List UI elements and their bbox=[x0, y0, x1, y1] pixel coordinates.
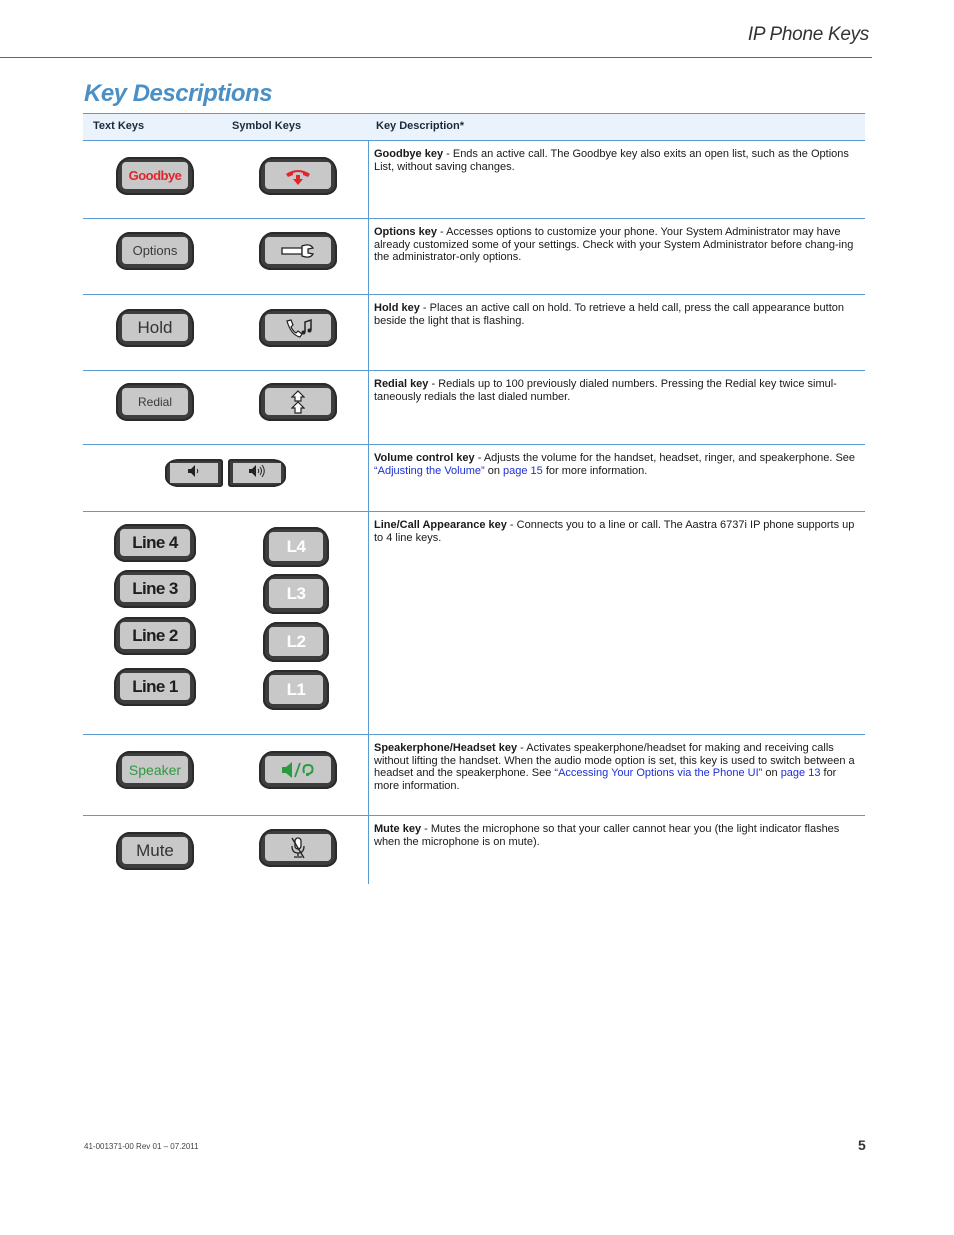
table-row-options: Options Options key - Accesses options t… bbox=[83, 219, 865, 295]
key-name: Goodbye key bbox=[374, 148, 444, 160]
mute-description: Mute key - Mutes the microphone so that … bbox=[374, 823, 840, 848]
line-1-text-key: Line 1 bbox=[114, 668, 196, 706]
line-2-text-key: Line 2 bbox=[114, 617, 196, 655]
table-row-mute: Mute Mute key - Mutes the microphone so … bbox=[83, 816, 865, 891]
line-keys-description: Line/Call Appearance key - Connects you … bbox=[374, 519, 855, 544]
muted-microphone-icon bbox=[288, 836, 308, 860]
adjusting-volume-link[interactable]: “Adjusting the Volume” bbox=[374, 465, 485, 477]
l1-symbol-key: L1 bbox=[263, 670, 329, 710]
speaker-description: Speakerphone/Headset key - Activates spe… bbox=[374, 742, 855, 792]
table-row-line-keys: Line 4 Line 3 Line 2 Line 1 L4 L3 L2 L1 … bbox=[83, 512, 865, 735]
speaker-symbol-key bbox=[259, 751, 337, 789]
goodbye-description: Goodbye key - Ends an active call. The G… bbox=[374, 148, 849, 173]
options-symbol-key bbox=[259, 232, 337, 270]
volume-down-icon bbox=[186, 464, 202, 483]
table-header: Text Keys Symbol Keys Key Description* bbox=[83, 113, 865, 141]
section-header-title: IP Phone Keys bbox=[747, 24, 869, 45]
redial-symbol-key bbox=[259, 383, 337, 421]
column-header-text-keys: Text Keys bbox=[93, 120, 145, 132]
volume-up-key bbox=[228, 459, 286, 487]
goodbye-symbol-key bbox=[259, 157, 337, 195]
table-row-hold: Hold Hold key - Places an active call on… bbox=[83, 295, 865, 371]
header-rule bbox=[0, 57, 872, 58]
page-15-link[interactable]: page 15 bbox=[503, 465, 543, 477]
accessing-options-link[interactable]: “Accessing Your Options via the Phone UI… bbox=[554, 767, 762, 779]
table-row-goodbye: Goodbye Goodbye key - Ends an active cal… bbox=[83, 141, 865, 219]
page-title: Key Descriptions bbox=[84, 80, 273, 107]
l2-symbol-key: L2 bbox=[263, 622, 329, 662]
speaker-headset-icon bbox=[280, 760, 316, 780]
options-description: Options key - Accesses options to custom… bbox=[374, 226, 854, 264]
document-id: 41-001371-00 Rev 01 – 07.2011 bbox=[84, 1142, 199, 1151]
hold-description: Hold key - Places an active call on hold… bbox=[374, 302, 845, 327]
table-row-volume: Volume control key - Adjusts the volume … bbox=[83, 445, 865, 512]
goodbye-text-key: Goodbye bbox=[116, 157, 194, 195]
options-text-key: Options bbox=[116, 232, 194, 270]
hang-up-handset-icon bbox=[283, 166, 313, 186]
column-header-symbol-keys: Symbol Keys bbox=[232, 120, 302, 132]
line-3-text-key: Line 3 bbox=[114, 570, 196, 608]
page-number: 5 bbox=[858, 1137, 866, 1153]
speaker-text-key: Speaker bbox=[116, 751, 194, 789]
l4-symbol-key: L4 bbox=[263, 527, 329, 567]
hold-text-key: Hold bbox=[116, 309, 194, 347]
line-4-text-key: Line 4 bbox=[114, 524, 196, 562]
wrench-icon bbox=[280, 243, 316, 259]
hold-symbol-key bbox=[259, 309, 337, 347]
column-header-key-description: Key Description* bbox=[376, 120, 465, 132]
key-descriptions-table: Text Keys Symbol Keys Key Description* G… bbox=[83, 113, 865, 891]
l3-symbol-key: L3 bbox=[263, 574, 329, 614]
volume-up-icon bbox=[247, 464, 267, 483]
handset-music-note-icon bbox=[283, 318, 313, 338]
volume-down-key bbox=[165, 459, 223, 487]
table-row-redial: Redial Redial key - Redials up to 100 pr… bbox=[83, 371, 865, 445]
mute-text-key: Mute bbox=[116, 832, 194, 870]
mute-symbol-key bbox=[259, 829, 337, 867]
redial-text-key: Redial bbox=[116, 383, 194, 421]
volume-description: Volume control key - Adjusts the volume … bbox=[374, 452, 856, 477]
table-row-speaker: Speaker Speakerphone/Headset key - Activ… bbox=[83, 735, 865, 816]
double-up-arrow-icon bbox=[291, 389, 305, 414]
redial-description: Redial key - Redials up to 100 previousl… bbox=[374, 378, 837, 403]
page-13-link[interactable]: page 13 bbox=[781, 767, 821, 779]
